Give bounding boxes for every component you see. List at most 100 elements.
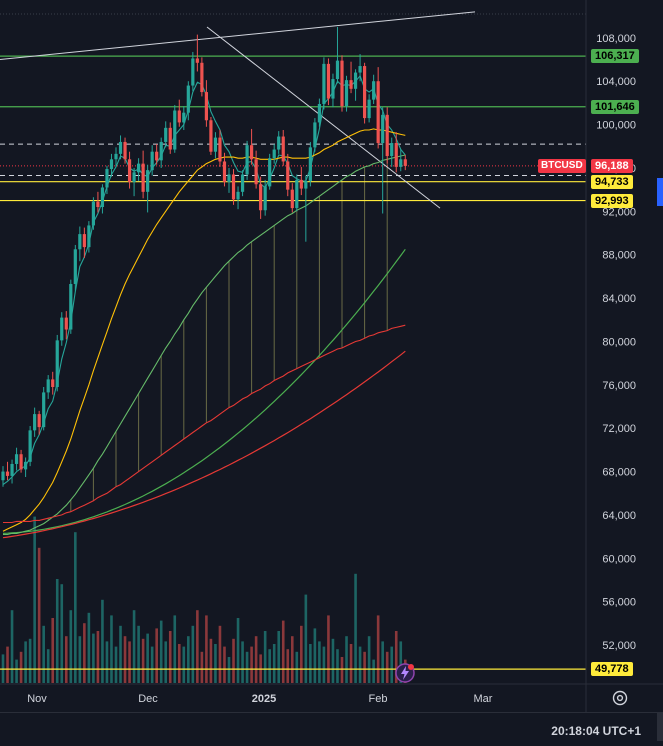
candle-body[interactable] (24, 461, 28, 470)
candle-body[interactable] (236, 191, 240, 200)
candle-body[interactable] (168, 127, 172, 150)
candle-body[interactable] (250, 145, 254, 160)
candle-body[interactable] (73, 249, 77, 284)
candle-body[interactable] (313, 122, 317, 148)
candle-body[interactable] (195, 58, 199, 63)
candle-body[interactable] (37, 414, 41, 428)
candle-body[interactable] (55, 340, 59, 387)
candle-body[interactable] (155, 151, 159, 161)
candle-body[interactable] (96, 201, 100, 208)
candle-body[interactable] (245, 145, 249, 175)
candle-body[interactable] (340, 60, 344, 107)
candle-body[interactable] (358, 66, 362, 73)
candle-body[interactable] (146, 170, 150, 192)
candle-body[interactable] (91, 201, 95, 226)
candle-body[interactable] (394, 143, 398, 167)
current-price-tag[interactable]: 96,188 (591, 158, 633, 173)
candle-body[interactable] (78, 234, 82, 250)
candle-body[interactable] (259, 184, 263, 211)
candle-body[interactable] (385, 114, 389, 157)
clock-readout[interactable]: 20:18:04 UTC+1 (551, 724, 641, 738)
candle-body[interactable] (182, 112, 186, 123)
candle-body[interactable] (177, 110, 181, 123)
candle-body[interactable] (209, 120, 213, 152)
candle-body[interactable] (295, 179, 299, 209)
candle-body[interactable] (353, 72, 358, 89)
candle-body[interactable] (272, 149, 276, 159)
candle-body[interactable] (222, 161, 227, 183)
candle-body[interactable] (100, 187, 105, 208)
candle-body[interactable] (290, 189, 294, 209)
price-level-tag[interactable]: 101,646 (591, 99, 639, 114)
candle-body[interactable] (46, 379, 50, 393)
candle-body[interactable] (399, 159, 403, 167)
candle-body[interactable] (308, 147, 312, 181)
candle-body[interactable] (123, 141, 127, 160)
scale-handle[interactable] (657, 178, 663, 206)
symbol-tag[interactable]: BTCUSD (538, 158, 586, 173)
candle-body[interactable] (218, 137, 222, 162)
candle-body[interactable] (33, 414, 37, 431)
candle-body[interactable] (82, 234, 86, 248)
candle-body[interactable] (164, 127, 168, 142)
candle-body[interactable] (173, 110, 177, 150)
candle-body[interactable] (390, 143, 394, 157)
candle-body[interactable] (367, 99, 371, 119)
candle-body[interactable] (227, 174, 231, 183)
candle-body[interactable] (286, 161, 290, 190)
candle-body[interactable] (322, 63, 326, 104)
candle-body[interactable] (1, 471, 5, 481)
candle-body[interactable] (64, 317, 68, 330)
candle-body[interactable] (213, 137, 218, 152)
candle-body[interactable] (326, 63, 331, 99)
candle-body[interactable] (331, 79, 335, 99)
candle-body[interactable] (200, 62, 204, 93)
candle-body[interactable] (141, 163, 145, 192)
price-level-tag[interactable]: 92,993 (591, 193, 633, 208)
candle-body[interactable] (114, 153, 118, 160)
candle-body[interactable] (268, 158, 272, 187)
side-panel-tab[interactable] (657, 713, 663, 741)
candle-body[interactable] (240, 174, 245, 192)
candle-body[interactable] (277, 136, 281, 150)
candle-body[interactable] (69, 283, 73, 330)
candle-body[interactable] (10, 463, 14, 476)
candle-body[interactable] (204, 92, 208, 121)
candle-body[interactable] (105, 169, 109, 188)
candle-body[interactable] (19, 454, 23, 470)
trendline[interactable] (0, 11, 476, 61)
price-level-tag[interactable]: 94,733 (591, 174, 633, 189)
candle-body[interactable] (51, 379, 55, 387)
candle-body[interactable] (87, 225, 91, 248)
candle-body[interactable] (304, 180, 308, 189)
candle-body[interactable] (372, 81, 376, 100)
candle-body[interactable] (191, 58, 195, 86)
candle-body[interactable] (263, 186, 267, 211)
candle-body[interactable] (363, 66, 367, 119)
candle-body[interactable] (28, 430, 32, 462)
candle-body[interactable] (150, 151, 154, 171)
candle-body[interactable] (376, 81, 380, 144)
gear-icon[interactable] (611, 689, 629, 707)
candle-body[interactable] (281, 136, 285, 162)
candle-body[interactable] (137, 163, 141, 173)
candle-body[interactable] (109, 159, 114, 170)
candle-body[interactable] (132, 172, 136, 183)
price-level-tag[interactable]: 106,317 (591, 49, 639, 64)
candle-body[interactable] (118, 141, 123, 154)
candle-body[interactable] (254, 159, 258, 185)
candle-body[interactable] (381, 114, 385, 144)
candle-body[interactable] (344, 80, 349, 107)
candle-body[interactable] (349, 80, 353, 89)
candle-body[interactable] (14, 454, 19, 464)
candle-body[interactable] (159, 141, 163, 161)
candle-body[interactable] (299, 179, 303, 189)
candle-body[interactable] (231, 174, 236, 200)
candle-body[interactable] (127, 159, 132, 183)
candlestick-chart[interactable]: 108,000104,000100,00096,00092,00088,0008… (0, 0, 663, 745)
candle-body[interactable] (5, 471, 10, 476)
price-level-tag[interactable]: 49,778 (591, 662, 633, 677)
candle-body[interactable] (42, 392, 46, 428)
candle-body[interactable] (60, 317, 64, 341)
candle-body[interactable] (403, 159, 407, 166)
